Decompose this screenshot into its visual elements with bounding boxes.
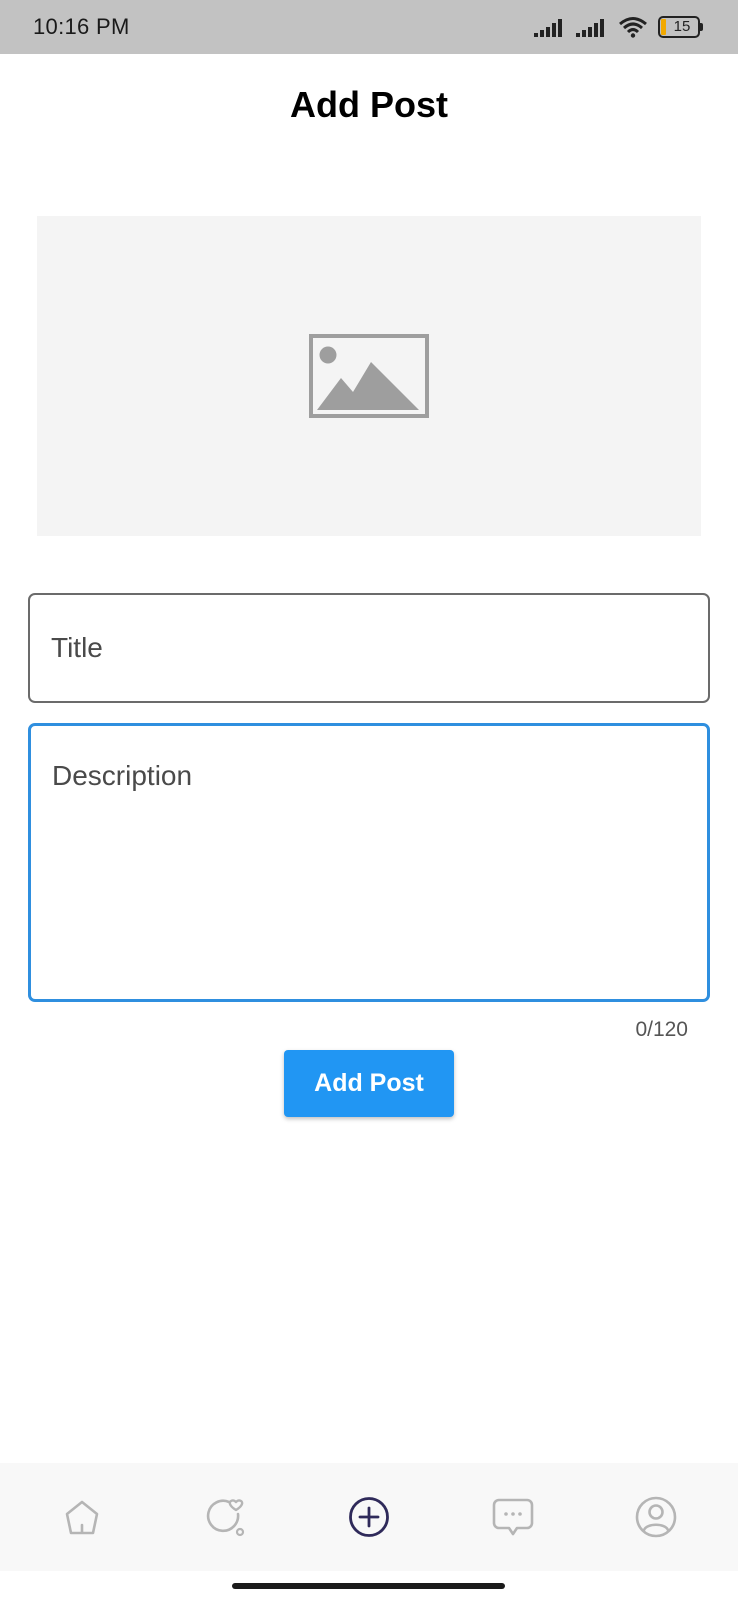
nav-add-post[interactable] (329, 1477, 409, 1557)
wifi-icon (619, 17, 647, 38)
activity-icon (207, 1499, 245, 1537)
nav-activity[interactable] (185, 1477, 265, 1557)
battery-level: 15 (673, 18, 691, 35)
description-field[interactable] (28, 723, 710, 1002)
signal-icon (534, 19, 562, 37)
nav-profile[interactable] (616, 1477, 696, 1557)
nav-messages[interactable] (473, 1477, 553, 1557)
signal-icon (576, 19, 604, 37)
status-icons: 15 (534, 16, 704, 38)
character-counter: 0/120 (635, 1018, 688, 1041)
status-time: 10:16 PM (33, 14, 130, 39)
battery-icon: 15 (658, 16, 704, 38)
bottom-nav (0, 1463, 738, 1571)
profile-icon (635, 1496, 677, 1538)
chat-icon (492, 1498, 533, 1536)
title-field[interactable] (28, 593, 710, 703)
page-title: Add Post (290, 84, 448, 125)
image-placeholder-icon (309, 334, 429, 418)
status-bar: 10:16 PM 15 (0, 0, 738, 54)
nav-home[interactable] (42, 1477, 122, 1557)
description-input[interactable] (31, 726, 707, 999)
home-indicator[interactable] (232, 1583, 505, 1589)
title-input[interactable] (30, 595, 708, 701)
home-icon (65, 1500, 99, 1535)
add-post-button[interactable]: Add Post (284, 1050, 454, 1117)
image-picker[interactable] (37, 216, 701, 536)
add-post-screen: 10:16 PM 15 Add Post Title Description 0… (0, 0, 738, 1600)
add-circle-icon (349, 1497, 389, 1537)
